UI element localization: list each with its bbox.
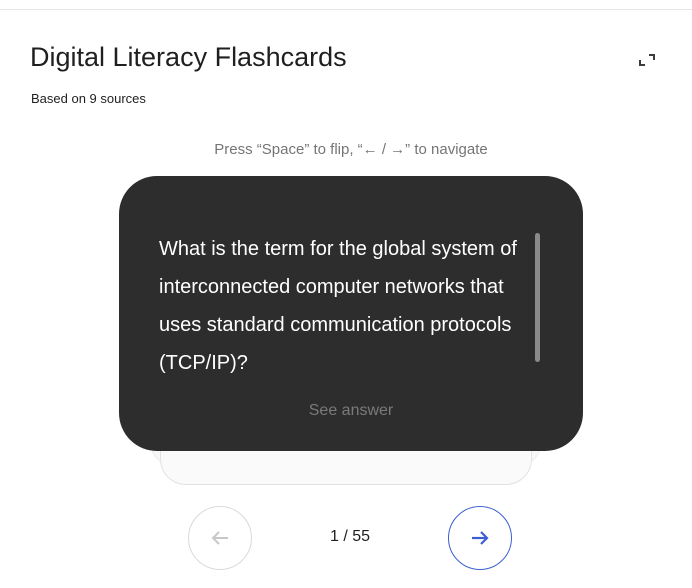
page-title: Digital Literacy Flashcards bbox=[30, 42, 347, 72]
previous-card-button[interactable] bbox=[188, 506, 252, 570]
expand-button[interactable] bbox=[636, 50, 658, 70]
card-counter: 1 / 55 bbox=[329, 528, 371, 545]
arrow-right-icon bbox=[472, 531, 489, 545]
expand-icon bbox=[639, 54, 655, 66]
see-answer-label[interactable]: See answer bbox=[119, 402, 583, 420]
flashcard-question: What is the term for the global system o… bbox=[159, 238, 517, 374]
flashcard[interactable]: What is the term for the global system o… bbox=[119, 176, 583, 451]
arrow-left-icon bbox=[211, 531, 228, 545]
flashcard-scrollbar[interactable] bbox=[535, 233, 540, 362]
next-card-button[interactable] bbox=[448, 506, 512, 570]
sources-subtitle: Based on 9 sources bbox=[31, 91, 146, 106]
top-divider bbox=[0, 9, 692, 10]
keyboard-hint: Press “Space” to flip, “← / →” to naviga… bbox=[214, 141, 488, 158]
